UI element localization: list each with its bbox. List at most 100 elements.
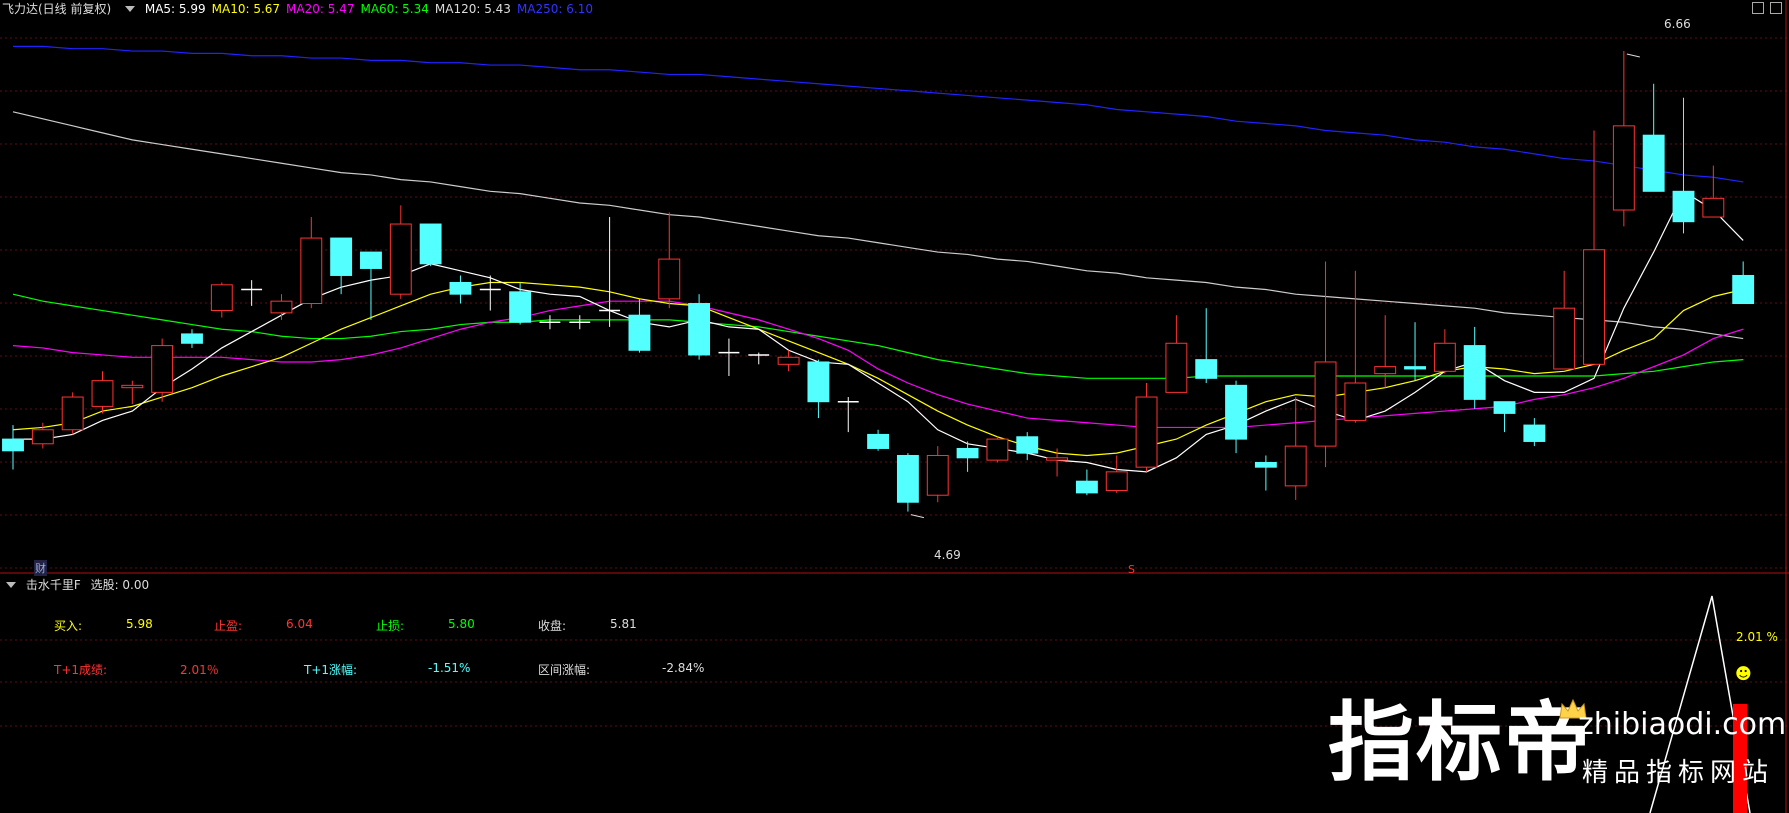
candle-body <box>1672 190 1695 223</box>
candle <box>956 441 979 472</box>
candle-body <box>151 345 174 393</box>
candle <box>628 298 651 353</box>
buy-value: 5.98 <box>126 617 153 631</box>
take-profit-label: 止盈: <box>214 619 243 633</box>
candle-body <box>1105 471 1128 492</box>
candle-body <box>1374 366 1397 375</box>
candle-body <box>61 396 84 431</box>
candle <box>121 380 144 405</box>
watermark-site: zhibiaodi.com <box>1578 707 1787 742</box>
candle-body <box>1135 396 1158 468</box>
candle-body <box>300 237 323 305</box>
candle <box>1344 270 1367 423</box>
candle-body <box>2 438 24 452</box>
candle <box>1284 397 1307 500</box>
candle <box>1195 308 1218 384</box>
candle-body <box>1284 445 1307 487</box>
candle-body <box>1046 457 1069 461</box>
dropdown-icon[interactable] <box>125 6 136 12</box>
candle-body <box>986 438 1009 461</box>
candle-body <box>688 303 711 356</box>
candle <box>241 280 263 306</box>
candle-body <box>1612 125 1635 211</box>
candle-body <box>1314 361 1337 447</box>
candle <box>449 275 472 304</box>
candle-body <box>1016 436 1039 454</box>
indicator-right-value: 2.01 % <box>1736 630 1778 644</box>
candle <box>61 392 84 435</box>
signal-s-mark: S <box>1128 563 1135 576</box>
chart-canvas <box>0 0 1789 813</box>
candle <box>1404 322 1426 381</box>
take-profit-value: 6.04 <box>286 617 313 631</box>
high-arrow <box>1626 53 1640 58</box>
indicator-title[interactable]: 击水千里F <box>26 578 81 592</box>
candle <box>1553 270 1576 370</box>
stock-title[interactable]: 飞力达(日线 前复权) <box>2 2 111 16</box>
candle <box>718 338 740 376</box>
close-value: 5.81 <box>610 617 637 631</box>
price-grid <box>0 0 1789 813</box>
candle-body <box>1553 307 1576 370</box>
t1-result-value: 2.01％ <box>180 663 219 677</box>
range-change-value: -2.84% <box>662 661 705 675</box>
window-menu-icon[interactable] <box>1770 2 1782 14</box>
candle-body <box>1463 345 1486 400</box>
candle <box>509 282 532 325</box>
candle-body <box>181 333 203 344</box>
candle <box>986 436 1009 463</box>
candle-body <box>1344 382 1367 421</box>
candle <box>1433 329 1456 374</box>
candle <box>1254 455 1277 491</box>
candle-body <box>807 361 830 403</box>
range-change-label: 区间涨幅: <box>538 663 591 677</box>
candle <box>539 315 561 330</box>
stop-loss-value: 5.80 <box>448 617 475 631</box>
candle <box>658 212 681 309</box>
candle-body <box>91 380 114 407</box>
candle <box>181 329 203 348</box>
chart-header: 飞力达(日线 前复权) MA5: 5.99 MA10: 5.67 MA20: 5.4… <box>2 0 605 18</box>
finance-badge[interactable]: 财 <box>34 560 47 576</box>
candle-body <box>449 281 472 295</box>
candle-body <box>926 454 949 496</box>
candle-body <box>1254 461 1277 468</box>
ma-legend-item-0: MA5: 5.99 <box>144 2 206 16</box>
candle <box>210 282 233 318</box>
watermark-subtitle: 精品指标网站 <box>1582 758 1775 788</box>
stop-loss-label: 止损: <box>376 619 405 633</box>
candle <box>896 453 919 512</box>
candle <box>1374 315 1397 388</box>
candle <box>748 352 770 365</box>
ma-legend-item-4: MA120: 5.43 <box>434 2 511 16</box>
candle <box>389 205 412 299</box>
candle-body <box>1165 342 1188 393</box>
candle <box>2 425 24 470</box>
candle <box>1612 51 1635 227</box>
candle <box>360 251 382 320</box>
candle <box>419 223 442 267</box>
indicator-dropdown-icon[interactable] <box>6 582 16 588</box>
candle <box>151 338 174 402</box>
candle-body <box>1642 134 1665 192</box>
candle-body <box>509 291 532 323</box>
watermark-logo: 指标帝 <box>1328 693 1592 793</box>
window-restore-icon[interactable] <box>1752 2 1764 14</box>
candle <box>1016 432 1039 461</box>
candle <box>688 294 711 360</box>
high-price-label: 6.66 <box>1664 17 1691 31</box>
candle-body <box>777 356 800 365</box>
ma-legend-item-3: MA60: 5.34 <box>360 2 429 16</box>
candle <box>300 217 323 309</box>
candle <box>1702 165 1725 218</box>
ma-legend-item-5: MA250: 6.10 <box>516 2 593 16</box>
candle-body <box>1583 249 1605 365</box>
candle <box>1493 401 1516 433</box>
candle <box>1046 448 1069 477</box>
candle-body <box>31 429 54 445</box>
low-price-label: 4.69 <box>934 548 961 562</box>
candle <box>837 397 859 433</box>
candle-body <box>419 223 442 265</box>
candle-body <box>270 300 293 314</box>
candle <box>1732 261 1755 305</box>
